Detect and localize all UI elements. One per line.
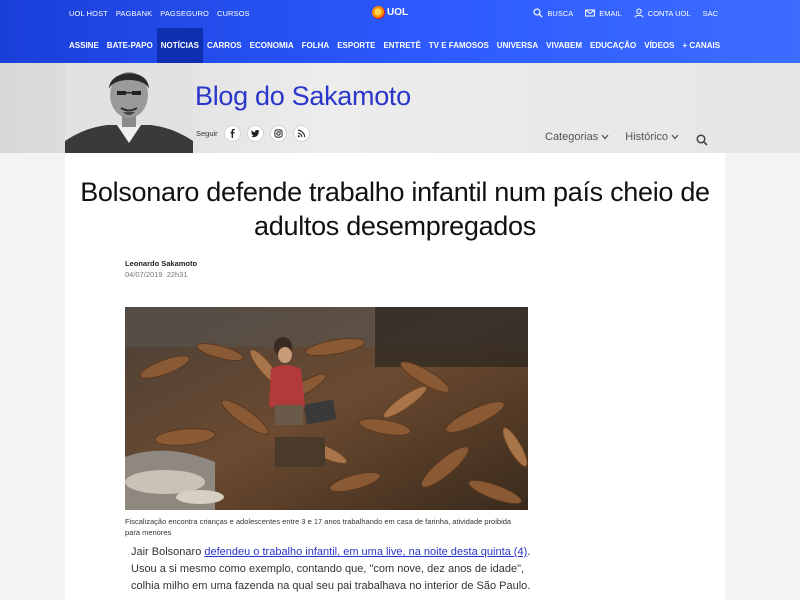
- nav-item-educacao[interactable]: EDUCAÇÃO: [586, 28, 640, 63]
- twitter-button[interactable]: [246, 125, 264, 142]
- nav-item-entrete[interactable]: ENTRETÊ: [379, 28, 424, 63]
- article-author[interactable]: Leonardo Sakamoto: [125, 259, 197, 268]
- chevron-down-icon: [671, 134, 679, 140]
- body-text-start: Jair Bolsonaro: [131, 546, 205, 558]
- nav-item-noticias[interactable]: NOTÍCIAS: [156, 28, 203, 63]
- article-time: 22h31: [166, 270, 188, 279]
- nav-item-carros[interactable]: CARROS: [203, 28, 246, 63]
- search-icon: [533, 8, 544, 18]
- follow-label: Seguir: [196, 129, 218, 138]
- instagram-icon: [274, 129, 283, 138]
- nav-item-tv-famosos[interactable]: TV E FAMOSOS: [425, 28, 493, 63]
- facebook-button[interactable]: [223, 125, 241, 142]
- article-headline: Bolsonaro defende trabalho infantil num …: [80, 177, 710, 241]
- nav-item-vivabem[interactable]: VIVABEM: [542, 28, 586, 63]
- search-link[interactable]: BUSCA: [533, 8, 573, 18]
- mail-icon: [585, 9, 596, 17]
- user-icon: [634, 8, 644, 18]
- account-link-label: CONTA UOL: [647, 8, 691, 18]
- uol-logo[interactable]: UOL: [372, 6, 408, 19]
- top-right-links: BUSCA EMAIL CONTA UOL SAC: [533, 8, 718, 18]
- blog-header: Blog do Sakamoto Seguir Categorias Histó…: [0, 63, 800, 153]
- rss-button[interactable]: [292, 125, 310, 142]
- blog-title[interactable]: Blog do Sakamoto: [195, 81, 411, 112]
- blog-search-icon[interactable]: [696, 134, 708, 146]
- chevron-down-icon: [601, 134, 609, 140]
- nav-item-bate-papo[interactable]: BATE-PAPO: [103, 28, 157, 63]
- uol-header: UOL HOST PAGBANK PAGSEGURO CURSOS UOL BU…: [0, 0, 800, 63]
- top-links: UOL HOST PAGBANK PAGSEGURO CURSOS: [69, 9, 250, 18]
- account-link[interactable]: CONTA UOL: [634, 8, 691, 18]
- sac-link[interactable]: SAC: [703, 9, 718, 18]
- uol-logo-text: UOL: [387, 7, 409, 18]
- follow-bar: Seguir: [196, 125, 310, 142]
- nav-item-assine[interactable]: ASSINE: [65, 28, 103, 63]
- photo-caption: Fiscalização encontra crianças e adolesc…: [125, 517, 512, 537]
- nav-item-videos[interactable]: VÍDEOS: [640, 28, 678, 63]
- top-link-uol-host[interactable]: UOL HOST: [69, 9, 108, 18]
- article-date: 04/07/2019 22h31: [125, 270, 188, 279]
- nav-item-esporte[interactable]: ESPORTE: [333, 28, 379, 63]
- nav-item-economia[interactable]: ECONOMIA: [246, 28, 298, 63]
- facebook-icon: [230, 129, 235, 138]
- article-photo: [125, 307, 528, 510]
- categorias-dropdown[interactable]: Categorias: [545, 131, 609, 143]
- email-link-label: EMAIL: [599, 8, 622, 18]
- top-link-cursos[interactable]: CURSOS: [217, 9, 250, 18]
- rss-icon: [297, 129, 305, 138]
- main-nav: ASSINE BATE-PAPO NOTÍCIAS CARROS ECONOMI…: [65, 28, 724, 63]
- twitter-icon: [250, 129, 260, 138]
- article-body: Jair Bolsonaro defendeu o trabalho infan…: [131, 544, 531, 595]
- author-avatar: [65, 63, 193, 153]
- article-date-value: 04/07/2019: [125, 270, 163, 279]
- email-link[interactable]: EMAIL: [585, 8, 622, 18]
- nav-item-folha[interactable]: FOLHA: [298, 28, 334, 63]
- search-link-label: BUSCA: [547, 8, 574, 18]
- historico-dropdown[interactable]: Histórico: [625, 131, 679, 143]
- uol-logo-icon: [372, 6, 385, 19]
- historico-label: Histórico: [625, 131, 669, 143]
- top-link-pagbank[interactable]: PAGBANK: [116, 9, 152, 18]
- article: Bolsonaro defende trabalho infantil num …: [65, 153, 725, 600]
- categorias-label: Categorias: [545, 131, 599, 143]
- blog-nav: Categorias Histórico: [545, 131, 679, 143]
- instagram-button[interactable]: [269, 125, 287, 142]
- nav-item-mais-canais[interactable]: + CANAIS: [678, 28, 724, 63]
- nav-item-universa[interactable]: UNIVERSA: [493, 28, 542, 63]
- live-link[interactable]: defendeu o trabalho infantil, em uma liv…: [204, 546, 527, 558]
- top-link-pagseguro[interactable]: PAGSEGURO: [160, 9, 209, 18]
- uol-top-strip: UOL HOST PAGBANK PAGSEGURO CURSOS UOL BU…: [0, 0, 800, 28]
